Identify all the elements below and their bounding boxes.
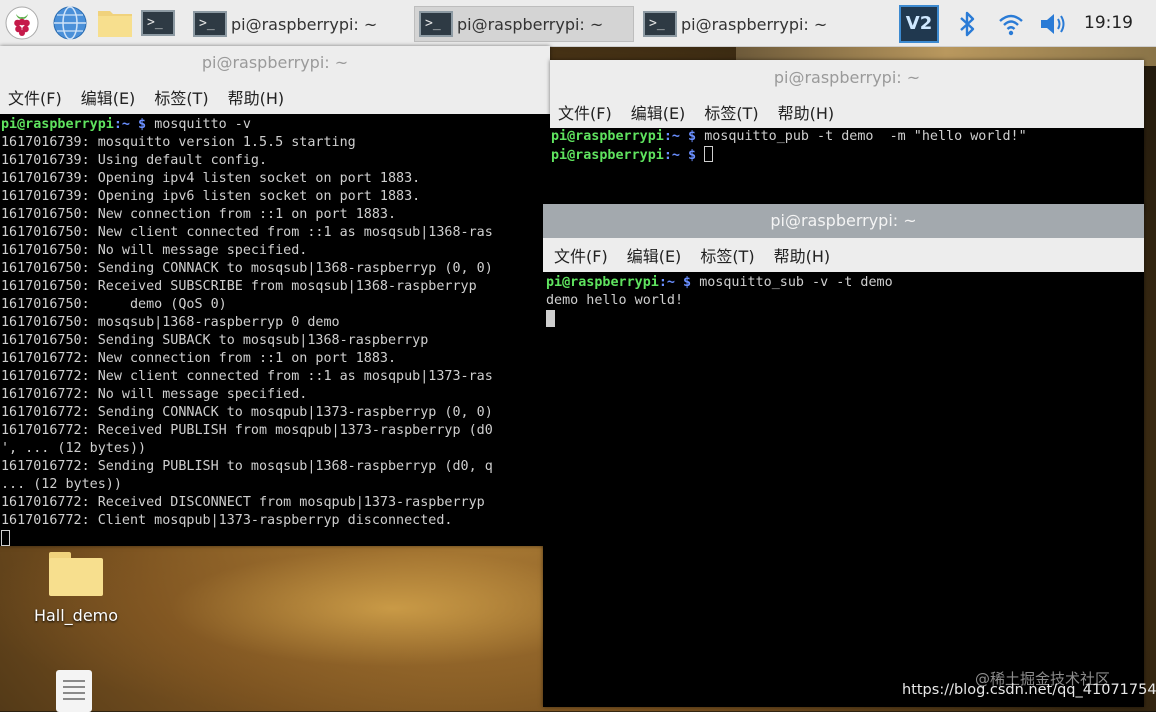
globe-icon[interactable] [52, 5, 88, 41]
desktop-icon-label: Hall_demo [33, 606, 119, 625]
menubar: 文件(F) 编辑(E) 标签(T) 帮助(H) [0, 80, 550, 114]
window-titlebar[interactable]: pi@raspberrypi: ~ [550, 60, 1144, 96]
log-line: 1617016772: Sending CONNACK to mosqpub|1… [1, 405, 493, 420]
taskbar-task-3[interactable]: >_ pi@raspberrypi: ~ [639, 6, 859, 42]
subscriber-terminal-window: pi@raspberrypi: ~ 文件(F) 编辑(E) 标签(T) 帮助(H… [543, 204, 1144, 707]
task-label: pi@raspberrypi: ~ [681, 14, 828, 34]
menubar: 文件(F) 编辑(E) 标签(T) 帮助(H) [543, 238, 1144, 272]
menu-tabs[interactable]: 标签(T) [704, 100, 758, 124]
log-line: 1617016772: New client connected from ::… [1, 369, 493, 384]
desktop-document-icon[interactable] [56, 670, 92, 712]
log-line: 1617016772: New connection from ::1 on p… [1, 351, 397, 366]
menu-help[interactable]: 帮助(H) [778, 100, 835, 124]
menu-edit[interactable]: 编辑(E) [81, 85, 136, 109]
log-line: 1617016772: Client mosqpub|1373-raspberr… [1, 513, 453, 528]
menu-help[interactable]: 帮助(H) [228, 85, 285, 109]
terminal-icon: >_ [643, 11, 677, 37]
log-line: 1617016739: Using default config. [1, 153, 268, 168]
taskbar: >_ >_ pi@raspberrypi: ~ >_ pi@raspberryp… [0, 0, 1156, 47]
folder-icon[interactable] [97, 5, 133, 41]
task-label: pi@raspberrypi: ~ [231, 14, 378, 34]
terminal-icon: >_ [193, 11, 227, 37]
volume-icon[interactable] [1038, 10, 1066, 38]
prompt-path: :~ $ [663, 129, 697, 144]
output-line: demo hello world! [546, 293, 684, 308]
window-titlebar[interactable]: pi@raspberrypi: ~ [543, 204, 1144, 238]
source-url: https://blog.csdn.net/qq_41071754 [902, 682, 1156, 698]
command-text: mosquitto_sub -v -t demo [699, 275, 893, 290]
log-line: 1617016772: No will message specified. [1, 387, 308, 402]
command-line: pi@raspberrypi:~ $ mosquitto_sub -v -t d… [546, 274, 1143, 292]
prompt-user: pi@raspberrypi [1, 117, 114, 132]
desktop-folder-hall-demo[interactable]: Hall_demo [22, 552, 130, 625]
command-text: mosquitto -v [154, 117, 251, 132]
taskbar-task-1[interactable]: >_ pi@raspberrypi: ~ [189, 6, 409, 42]
log-line: ', ... (12 bytes)) [1, 441, 147, 456]
publisher-terminal-window: pi@raspberrypi: ~ 文件(F) 编辑(E) 标签(T) 帮助(H… [550, 60, 1144, 210]
clock[interactable]: 19:19 [1084, 13, 1133, 33]
menu-edit[interactable]: 编辑(E) [627, 243, 682, 267]
menu-tabs[interactable]: 标签(T) [154, 85, 208, 109]
terminal-area[interactable]: pi@raspberrypi:~ $ mosquitto_sub -v -t d… [543, 272, 1144, 707]
terminal-area[interactable]: pi@raspberrypi:~ $ mosquitto -v 161701673… [0, 114, 550, 546]
task-label: pi@raspberrypi: ~ [457, 14, 604, 34]
log-line: 1617016750: No will message specified. [1, 243, 308, 258]
prompt-user: pi@raspberrypi [546, 275, 659, 290]
log-line: 1617016750: New connection from ::1 on p… [1, 207, 397, 222]
log-line: 1617016772: Received DISCONNECT from mos… [1, 495, 485, 510]
prompt-user: pi@raspberrypi [551, 129, 664, 144]
log-line: 1617016739: mosquitto version 1.5.5 star… [1, 135, 356, 150]
log-line: 1617016750: Received SUBSCRIBE from mosq… [1, 279, 477, 294]
menu-edit[interactable]: 编辑(E) [631, 100, 686, 124]
cursor-line [546, 310, 1143, 330]
prompt-path: :~ $ [658, 275, 692, 290]
window-titlebar[interactable]: pi@raspberrypi: ~ [0, 46, 550, 80]
menu-file[interactable]: 文件(F) [8, 85, 62, 109]
text-cursor [546, 310, 555, 327]
taskbar-task-2[interactable]: >_ pi@raspberrypi: ~ [414, 6, 634, 42]
raspberry-pi-menu-icon[interactable] [4, 5, 40, 41]
prompt-path: :~ $ [113, 117, 147, 132]
broker-terminal-window: pi@raspberrypi: ~ 文件(F) 编辑(E) 标签(T) 帮助(H… [0, 46, 550, 546]
log-line: 1617016750: demo (QoS 0) [1, 297, 227, 312]
log-line: ... (12 bytes)) [1, 477, 122, 492]
log-line: 1617016750: Sending CONNACK to mosqsub|1… [1, 261, 493, 276]
log-line: 1617016739: Opening ipv4 listen socket o… [1, 171, 421, 186]
command-line: pi@raspberrypi:~ $ mosquitto_pub -t demo… [551, 128, 1143, 146]
log-line: 1617016750: New client connected from ::… [1, 225, 493, 240]
menubar: 文件(F) 编辑(E) 标签(T) 帮助(H) [550, 96, 1144, 128]
folder-icon [49, 552, 103, 596]
document-icon [56, 670, 92, 712]
wifi-icon[interactable] [997, 10, 1025, 38]
menu-file[interactable]: 文件(F) [554, 243, 608, 267]
terminal-glyph: >_ [141, 10, 175, 36]
bluetooth-icon[interactable] [953, 10, 981, 38]
log-line: 1617016772: Received PUBLISH from mosqpu… [1, 423, 493, 438]
log-line: 1617016772: Sending PUBLISH to mosqsub|1… [1, 459, 493, 474]
command-text: mosquitto_pub -t demo -m "hello world!" [704, 129, 1027, 144]
command-line: pi@raspberrypi:~ $ mosquitto -v [1, 116, 549, 134]
log-line: 1617016739: Opening ipv6 listen socket o… [1, 189, 421, 204]
log-line: 1617016750: Sending SUBACK to mosqsub|13… [1, 333, 429, 348]
cursor-line [1, 530, 549, 546]
menu-file[interactable]: 文件(F) [558, 100, 612, 124]
menu-tabs[interactable]: 标签(T) [700, 243, 754, 267]
prompt-user: pi@raspberrypi [551, 148, 664, 163]
text-cursor [1, 530, 10, 546]
prompt-line: pi@raspberrypi:~ $ [551, 146, 1143, 165]
menu-help[interactable]: 帮助(H) [774, 243, 831, 267]
prompt-path: :~ $ [663, 148, 697, 163]
vnc-icon[interactable]: V2 [899, 5, 939, 43]
terminal-icon[interactable]: >_ [140, 5, 176, 41]
log-line: 1617016750: mosqsub|1368-raspberryp 0 de… [1, 315, 340, 330]
terminal-area[interactable]: pi@raspberrypi:~ $ mosquitto_pub -t demo… [550, 128, 1144, 210]
terminal-icon: >_ [419, 11, 453, 37]
text-cursor [704, 146, 714, 162]
